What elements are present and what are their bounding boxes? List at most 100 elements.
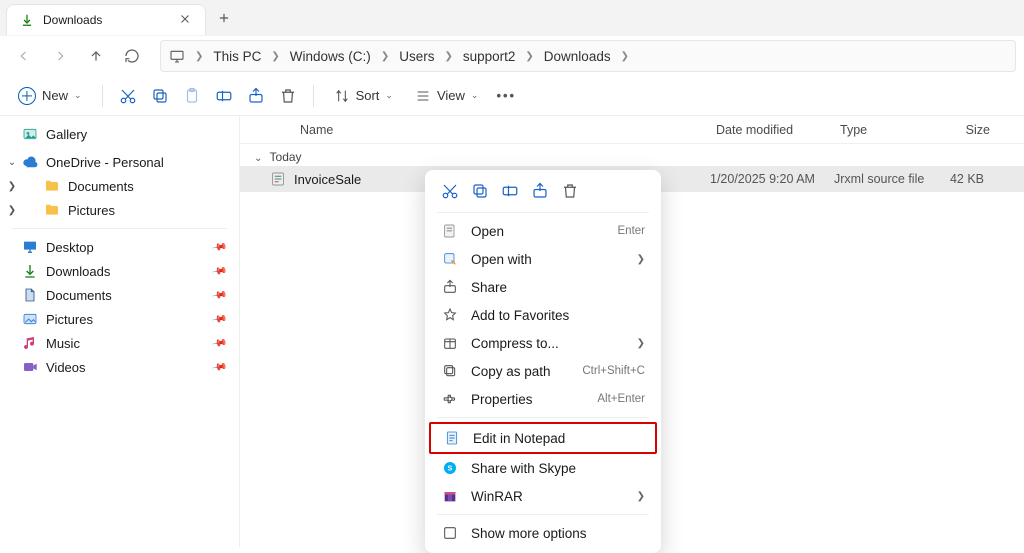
ctx-label: Edit in Notepad	[473, 431, 565, 446]
file-date: 1/20/2025 9:20 AM	[710, 172, 834, 186]
ctx-winrar[interactable]: WinRAR ❯	[429, 482, 657, 510]
nav-bar: ❯ This PC ❯ Windows (C:) ❯ Users ❯ suppo…	[0, 36, 1024, 76]
copy-button[interactable]	[147, 83, 173, 109]
pc-icon	[169, 48, 185, 64]
share-icon[interactable]	[531, 182, 549, 200]
sidebar-item-label: Documents	[46, 288, 112, 303]
rename-button[interactable]	[211, 83, 237, 109]
sidebar-item-downloads[interactable]: Downloads 📌	[4, 259, 235, 283]
window-tab[interactable]: Downloads	[6, 4, 206, 35]
breadcrumb[interactable]: Users	[395, 47, 438, 66]
file-type: Jrxml source file	[834, 172, 934, 186]
paste-button[interactable]	[179, 83, 205, 109]
chevron-down-icon: ⌄	[74, 90, 82, 101]
notepad-icon	[443, 430, 461, 446]
ctx-properties[interactable]: Properties Alt+Enter	[429, 385, 657, 413]
column-name[interactable]: Name	[270, 123, 716, 137]
chevron-down-icon[interactable]: ⌄	[6, 157, 18, 168]
group-label: Today	[270, 150, 302, 164]
file-size: 42 KB	[934, 172, 994, 186]
shortcut: Enter	[618, 225, 646, 237]
context-menu: Open Enter Open with ❯ Share Add to Favo…	[425, 170, 661, 553]
forward-button[interactable]	[44, 40, 76, 72]
pin-icon: 📌	[211, 359, 228, 375]
chevron-down-icon: ⌄	[385, 90, 393, 101]
up-button[interactable]	[80, 40, 112, 72]
ctx-add-favorites[interactable]: Add to Favorites	[429, 301, 657, 329]
ctx-show-more[interactable]: Show more options	[429, 519, 657, 547]
cut-icon[interactable]	[441, 182, 459, 200]
sidebar-item-label: Desktop	[46, 240, 94, 255]
ctx-open[interactable]: Open Enter	[429, 217, 657, 245]
more-button[interactable]: •••	[492, 84, 520, 107]
sidebar-item-documents-quick[interactable]: Documents 📌	[4, 283, 235, 307]
ctx-label: Share	[471, 280, 507, 295]
sidebar-item-label: Downloads	[46, 264, 110, 279]
sidebar-item-pictures-quick[interactable]: Pictures 📌	[4, 307, 235, 331]
ctx-open-with[interactable]: Open with ❯	[429, 245, 657, 273]
ctx-label: Copy as path	[471, 364, 551, 379]
back-button[interactable]	[8, 40, 40, 72]
divider	[437, 417, 649, 418]
navigation-pane: Gallery ⌄ OneDrive - Personal ❯ Document…	[0, 116, 240, 547]
sidebar-item-label: Videos	[46, 360, 86, 375]
ctx-share-skype[interactable]: S Share with Skype	[429, 454, 657, 482]
new-label: New	[42, 88, 68, 103]
documents-icon	[22, 287, 38, 303]
share-icon	[441, 279, 459, 295]
column-type[interactable]: Type	[840, 123, 940, 137]
pin-icon: 📌	[211, 239, 228, 255]
sidebar-item-gallery[interactable]: Gallery	[4, 122, 235, 146]
divider	[437, 212, 649, 213]
chevron-right-icon: ❯	[637, 491, 645, 502]
share-button[interactable]	[243, 83, 269, 109]
tab-title: Downloads	[43, 13, 171, 27]
ctx-compress[interactable]: Compress to... ❯	[429, 329, 657, 357]
new-button[interactable]: New ⌄	[10, 83, 90, 109]
videos-icon	[22, 359, 38, 375]
chevron-right-icon: ❯	[523, 51, 535, 62]
breadcrumb[interactable]: Downloads	[540, 47, 615, 66]
desktop-icon	[22, 239, 38, 255]
copy-icon[interactable]	[471, 182, 489, 200]
cut-button[interactable]	[115, 83, 141, 109]
sidebar-item-desktop[interactable]: Desktop 📌	[4, 235, 235, 259]
folder-icon	[44, 178, 60, 194]
view-button[interactable]: View ⌄	[407, 84, 487, 108]
sidebar-item-documents[interactable]: ❯ Documents	[4, 174, 235, 198]
column-size[interactable]: Size	[940, 123, 1000, 137]
open-icon	[441, 223, 459, 239]
sort-button[interactable]: Sort ⌄	[326, 84, 401, 108]
ctx-label: Add to Favorites	[471, 308, 569, 323]
new-tab-button[interactable]	[206, 0, 242, 35]
rename-icon[interactable]	[501, 182, 519, 200]
ctx-copy-path[interactable]: Copy as path Ctrl+Shift+C	[429, 357, 657, 385]
pin-icon: 📌	[211, 263, 228, 279]
shortcut: Ctrl+Shift+C	[582, 365, 645, 377]
breadcrumb[interactable]: Windows (C:)	[286, 47, 375, 66]
ctx-share[interactable]: Share	[429, 273, 657, 301]
breadcrumb[interactable]: support2	[459, 47, 520, 66]
chevron-right-icon[interactable]: ❯	[6, 181, 18, 192]
sidebar-item-music[interactable]: Music 📌	[4, 331, 235, 355]
column-headers[interactable]: Name Date modified Type Size	[240, 116, 1024, 144]
sidebar-item-pictures[interactable]: ❯ Pictures	[4, 198, 235, 222]
ctx-edit-notepad[interactable]: Edit in Notepad	[429, 422, 657, 454]
refresh-button[interactable]	[116, 40, 148, 72]
address-bar[interactable]: ❯ This PC ❯ Windows (C:) ❯ Users ❯ suppo…	[160, 40, 1016, 72]
downloads-icon	[22, 263, 38, 279]
chevron-right-icon: ❯	[379, 51, 391, 62]
sidebar-item-onedrive[interactable]: ⌄ OneDrive - Personal	[4, 150, 235, 174]
ctx-label: Share with Skype	[471, 461, 576, 476]
chevron-right-icon[interactable]: ❯	[6, 205, 18, 216]
delete-icon[interactable]	[561, 182, 579, 200]
delete-button[interactable]	[275, 83, 301, 109]
music-icon	[22, 335, 38, 351]
properties-icon	[441, 391, 459, 407]
sidebar-item-videos[interactable]: Videos 📌	[4, 355, 235, 379]
close-tab-icon[interactable]	[179, 13, 193, 27]
pin-icon: 📌	[211, 311, 228, 327]
column-date[interactable]: Date modified	[716, 123, 840, 137]
group-header-today[interactable]: ⌄ Today	[240, 144, 1024, 166]
breadcrumb[interactable]: This PC	[209, 47, 265, 66]
